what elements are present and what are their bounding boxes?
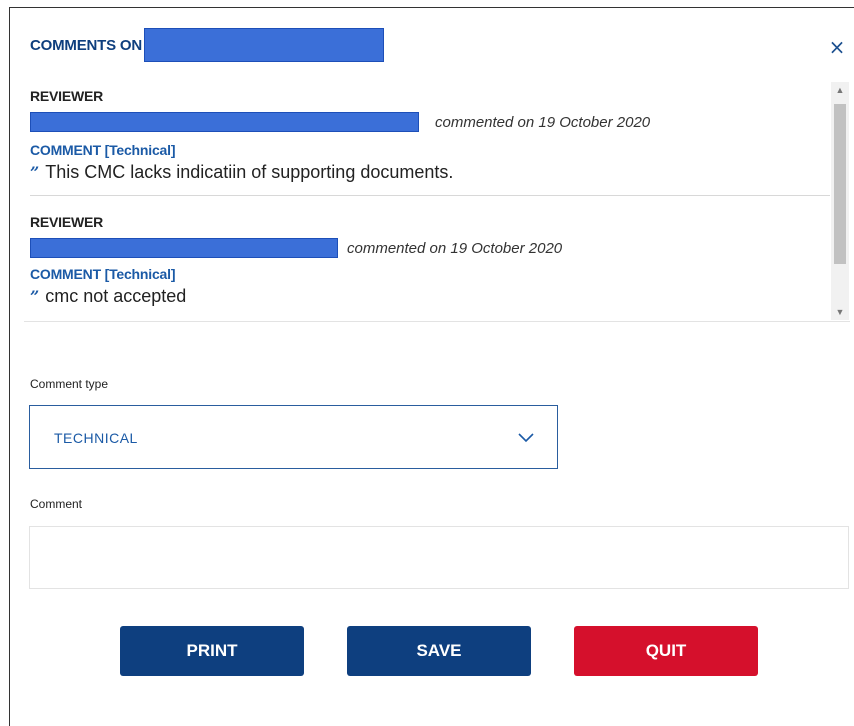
comment-item: REVIEWER commented on 19 October 2020 CO…: [30, 88, 830, 196]
close-icon[interactable]: ×: [828, 37, 846, 57]
comment-field-label: Comment: [30, 497, 83, 511]
comment-type-label: COMMENT [Technical]: [30, 266, 176, 282]
redacted-reviewer-name: [30, 112, 419, 132]
quit-button[interactable]: QUIT: [574, 626, 758, 676]
comments-dialog: COMMENTS ON × REVIEWER commented on 19 O…: [9, 7, 854, 726]
scroll-up-icon[interactable]: ▲: [831, 82, 849, 98]
chevron-down-icon: [518, 433, 534, 443]
print-button[interactable]: PRINT: [120, 626, 304, 676]
comments-scrollbar[interactable]: ▲ ▼: [831, 82, 849, 320]
comment-item: REVIEWER commented on 19 October 2020 CO…: [30, 214, 830, 320]
comment-type-label: COMMENT [Technical]: [30, 142, 176, 158]
reviewer-label: REVIEWER: [30, 214, 104, 230]
save-button[interactable]: SAVE: [347, 626, 531, 676]
redacted-subject: [143, 28, 384, 62]
dialog-title: COMMENTS ON: [30, 36, 142, 54]
reviewer-line: commented on 19 October 2020: [30, 110, 830, 134]
redacted-reviewer-name: [30, 238, 338, 258]
reviewer-line: commented on 19 October 2020: [30, 236, 830, 260]
quote-icon: ”: [30, 287, 40, 306]
comment-input[interactable]: [29, 526, 849, 589]
comments-list[interactable]: REVIEWER commented on 19 October 2020 CO…: [24, 82, 850, 322]
comment-type-field-label: Comment type: [30, 377, 109, 391]
comment-type-value: TECHNICAL: [54, 430, 138, 446]
quote-icon: ”: [30, 163, 40, 182]
comment-text: cmc not accepted: [45, 286, 187, 306]
reviewer-label: REVIEWER: [30, 88, 104, 104]
comment-body: ” cmc not accepted: [30, 286, 830, 307]
comment-body: ” This CMC lacks indicatiin of supportin…: [30, 162, 830, 183]
comment-date: commented on 19 October 2020: [347, 239, 563, 257]
comment-text: This CMC lacks indicatiin of supporting …: [45, 162, 454, 182]
dialog-header: COMMENTS ON: [30, 28, 384, 62]
comment-date: commented on 19 October 2020: [435, 113, 651, 131]
comment-type-select[interactable]: TECHNICAL: [29, 405, 558, 469]
scroll-thumb[interactable]: [834, 104, 846, 264]
scroll-down-icon[interactable]: ▼: [831, 304, 849, 320]
